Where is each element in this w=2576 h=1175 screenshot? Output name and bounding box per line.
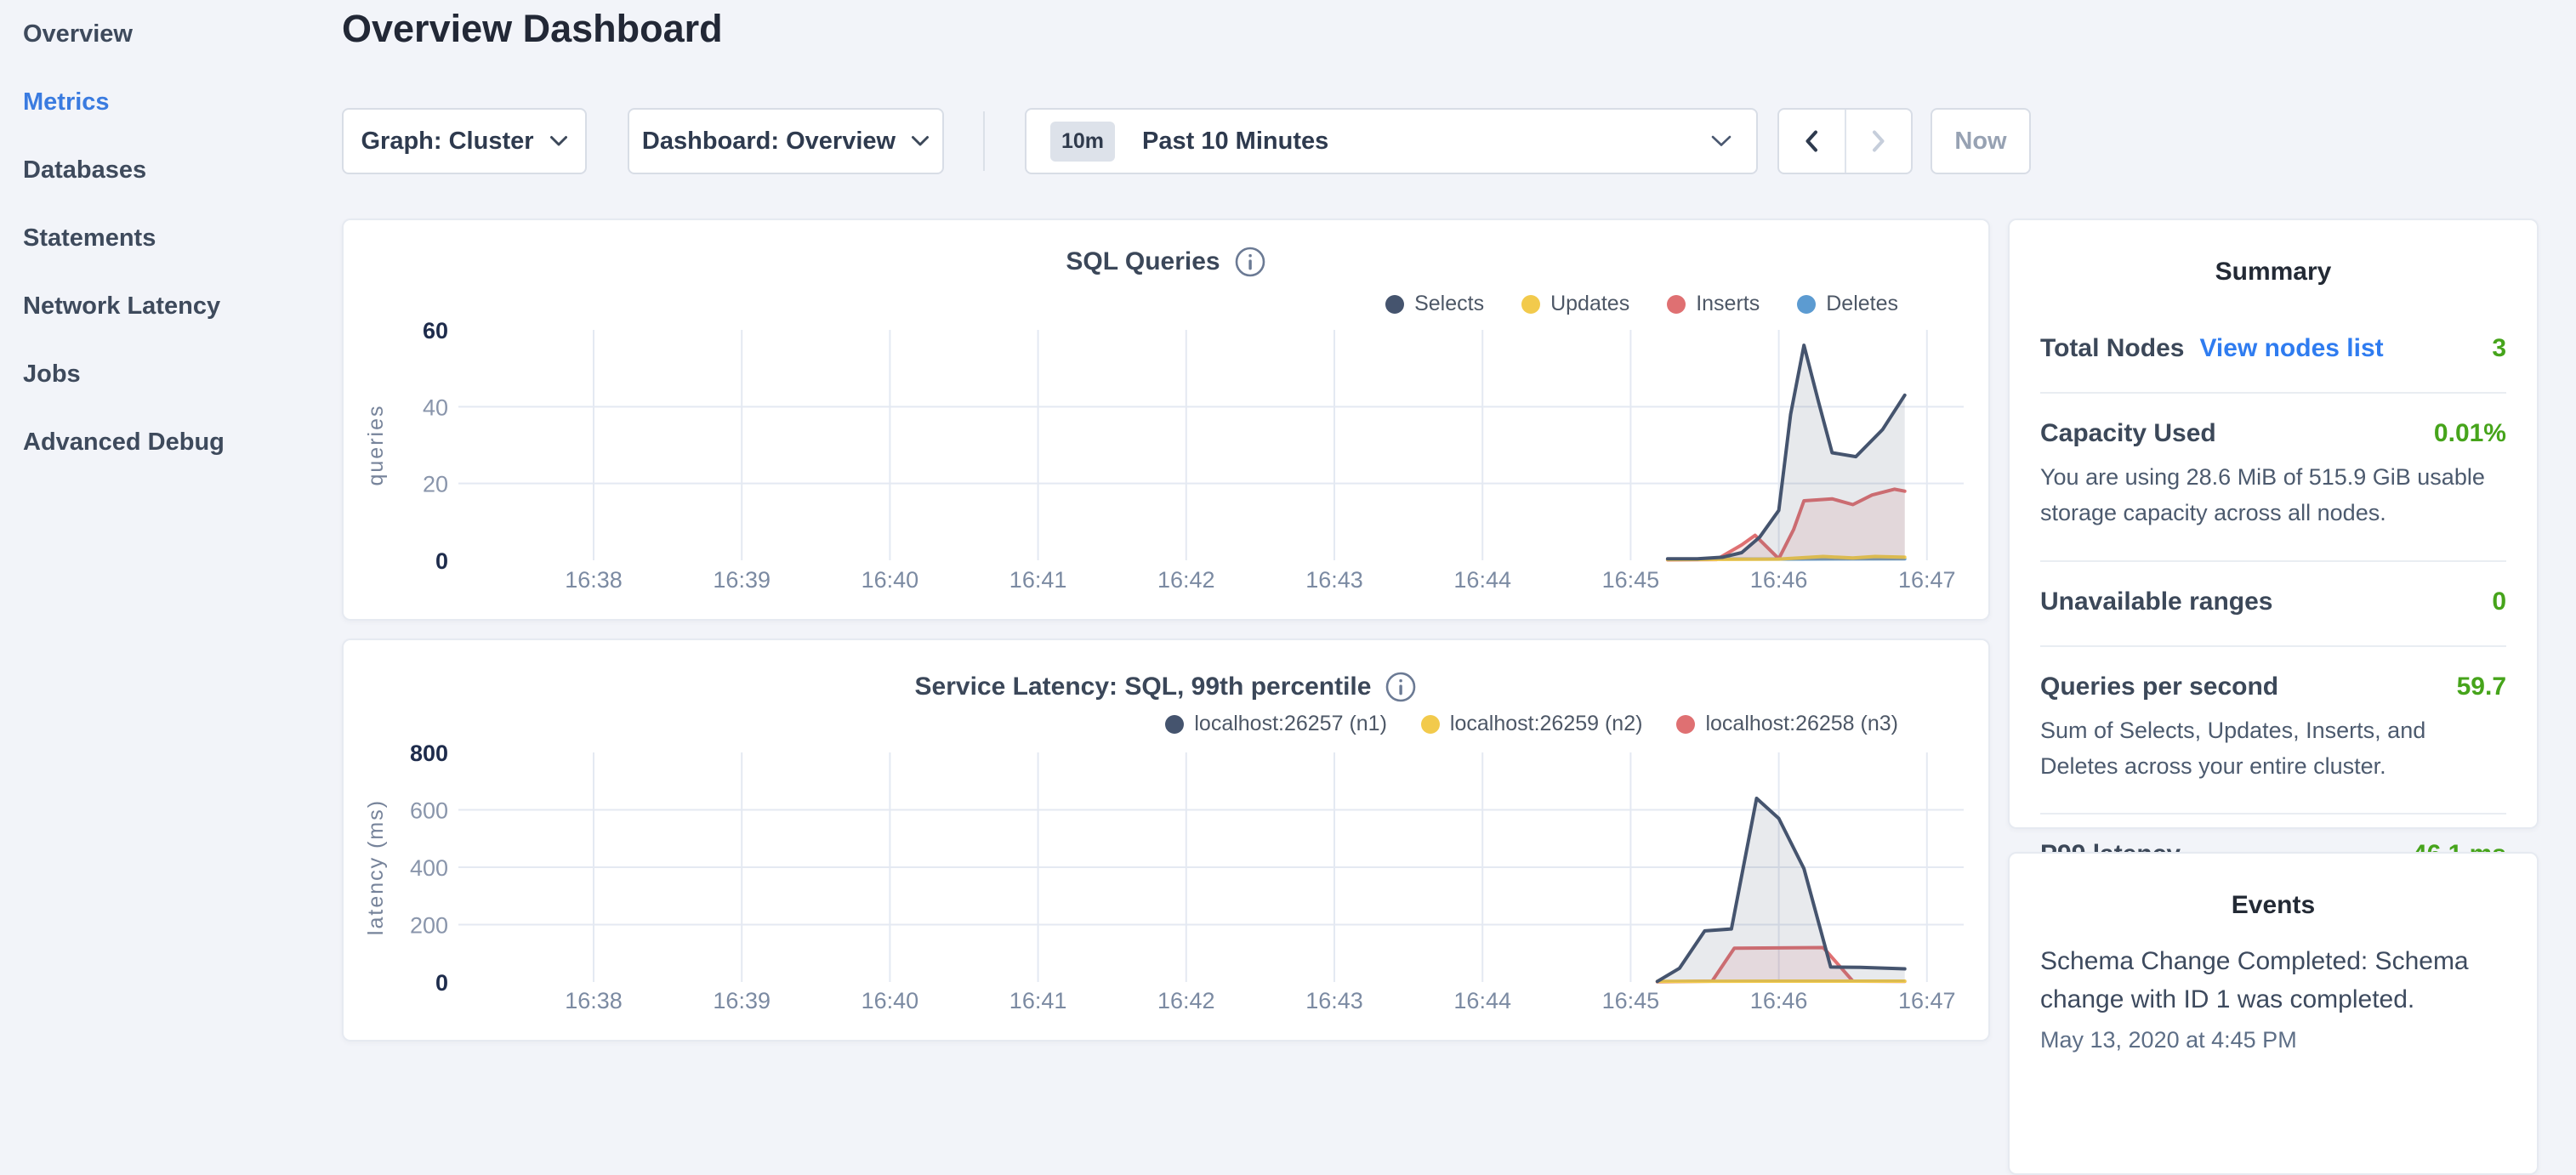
svg-text:16:39: 16:39 [713,567,771,593]
svg-text:16:46: 16:46 [1750,567,1808,593]
controls-divider [983,111,985,171]
summary-panel: Summary Total Nodes View nodes list 3 Capac… [2008,219,2539,829]
svg-text:16:38: 16:38 [565,567,623,593]
sidebar-item-databases[interactable]: Databases [0,136,340,204]
summary-row-label: Total Nodes [2040,334,2184,363]
svg-text:16:41: 16:41 [1009,567,1067,593]
svg-text:latency (ms): latency (ms) [364,799,388,935]
svg-text:16:47: 16:47 [1898,567,1956,593]
svg-text:16:38: 16:38 [565,988,623,1013]
event-timestamp: May 13, 2020 at 4:45 PM [2040,1027,2506,1053]
svg-text:16:40: 16:40 [862,988,919,1013]
svg-text:16:40: 16:40 [862,567,919,593]
svg-text:20: 20 [423,472,448,497]
summary-title: Summary [2040,258,2506,287]
sql-queries-card: SQL Queries SelectsUpdatesInsertsDeletes… [342,219,1990,621]
svg-text:0: 0 [435,970,448,996]
summary-row-label: Unavailable ranges [2040,588,2272,616]
page-title: Overview Dashboard [342,7,723,51]
time-range-picker[interactable]: 10m Past 10 Minutes [1025,108,1758,174]
dashboard-dropdown-label: Dashboard: Overview [642,128,896,156]
svg-text:800: 800 [410,741,448,766]
svg-text:60: 60 [423,318,448,343]
svg-text:16:43: 16:43 [1305,567,1363,593]
summary-row: Queries per second 59.7 Sum of Selects, Up… [2040,647,2506,815]
events-panel: Events Schema Change Completed: Schema c… [2008,852,2539,1175]
svg-text:16:43: 16:43 [1305,988,1363,1013]
svg-text:16:42: 16:42 [1157,567,1215,593]
svg-text:16:47: 16:47 [1898,988,1956,1013]
sidebar-item-metrics[interactable]: Metrics [0,68,340,136]
time-range-badge: 10m [1050,122,1115,162]
summary-row: Total Nodes View nodes list 3 [2040,309,2506,394]
svg-text:200: 200 [410,913,448,939]
view-nodes-list-link[interactable]: View nodes list [2199,334,2383,363]
svg-text:16:41: 16:41 [1009,988,1067,1013]
summary-row-value: 3 [2492,334,2506,363]
sidebar-item-statements[interactable]: Statements [0,204,340,272]
service-latency-card: Service Latency: SQL, 99th percentile lo… [342,639,1990,1042]
now-button[interactable]: Now [1931,108,2031,174]
summary-row-label: Queries per second [2040,673,2278,701]
svg-text:16:44: 16:44 [1453,988,1511,1013]
sidebar-item-advanced-debug[interactable]: Advanced Debug [0,408,340,476]
time-range-label: Past 10 Minutes [1142,128,1328,156]
events-title: Events [2040,891,2506,920]
svg-text:queries: queries [364,405,388,486]
summary-row-description: You are using 28.6 MiB of 515.9 GiB usab… [2040,460,2506,531]
chevron-right-icon [1872,130,1885,152]
summary-row: Capacity Used 0.01% You are using 28.6 MiB… [2040,394,2506,562]
svg-text:0: 0 [435,548,448,574]
step-forward-button[interactable] [1845,110,1912,173]
sidebar-item-network-latency[interactable]: Network Latency [0,272,340,340]
service-latency-chart: 16:38 16:39 16:40 16:41 16:42 16:43 16:44 16:45… [344,640,1992,1043]
summary-row-value: 0.01% [2434,419,2506,448]
svg-text:40: 40 [423,395,448,420]
graph-dropdown-label: Graph: Cluster [361,128,533,156]
summary-row: Unavailable ranges 0 [2040,562,2506,647]
summary-row-description: Sum of Selects, Updates, Inserts, and De… [2040,713,2506,785]
step-back-button[interactable] [1779,110,1845,173]
svg-text:16:44: 16:44 [1453,567,1511,593]
sidebar-item-jobs[interactable]: Jobs [0,340,340,408]
sidebar: OverviewMetricsDatabasesStatementsNetwor… [0,0,340,476]
summary-row-label: Capacity Used [2040,419,2216,448]
svg-text:16:46: 16:46 [1750,988,1808,1013]
svg-text:16:39: 16:39 [713,988,771,1013]
chevron-down-icon [549,135,568,147]
chevron-down-icon [911,135,930,147]
summary-row-value: 59.7 [2457,673,2506,701]
svg-text:16:42: 16:42 [1157,988,1215,1013]
svg-text:600: 600 [410,798,448,824]
event-text: Schema Change Completed: Schema change w… [2040,942,2506,1019]
chevron-left-icon [1805,130,1818,152]
sql-queries-chart: 16:38 16:39 16:40 16:41 16:42 16:43 16:44 16:45… [344,220,1992,622]
graph-dropdown[interactable]: Graph: Cluster [342,108,587,174]
svg-text:400: 400 [410,855,448,881]
summary-row-value: 0 [2492,588,2506,616]
time-step-arrows [1777,108,1913,174]
dashboard-dropdown[interactable]: Dashboard: Overview [628,108,944,174]
sidebar-item-overview[interactable]: Overview [0,0,340,68]
svg-text:16:45: 16:45 [1602,567,1660,593]
svg-text:16:45: 16:45 [1602,988,1660,1013]
chevron-down-icon [1710,134,1732,148]
